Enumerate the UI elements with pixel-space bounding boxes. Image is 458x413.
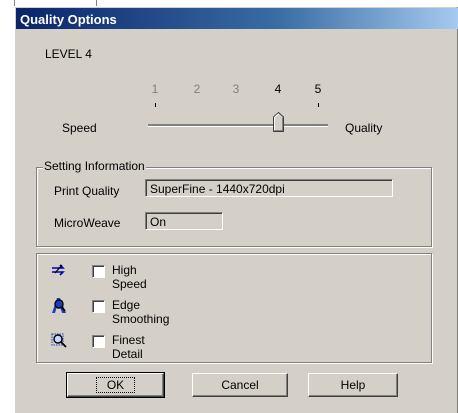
high-speed-icon	[52, 264, 65, 276]
tick-label-5: 5	[314, 82, 322, 96]
microweave-field: On	[145, 212, 223, 230]
setting-information-title: Setting Information	[43, 159, 146, 173]
finest-detail-icon	[51, 333, 67, 348]
high-speed-checkbox[interactable]	[92, 265, 105, 278]
edge-smoothing-icon	[52, 298, 66, 313]
edge-smoothing-label: Edge Smoothing	[112, 298, 170, 326]
high-speed-label: High Speed	[112, 263, 147, 291]
microweave-label: MicroWeave	[54, 216, 121, 230]
ok-button-label: OK	[95, 377, 136, 393]
tick-mark-min	[155, 103, 156, 107]
quality-slider-thumb[interactable]	[273, 112, 284, 132]
quality-label: Quality	[345, 121, 383, 135]
print-quality-field: SuperFine - 1440x720dpi	[145, 179, 393, 197]
tick-mark-max	[318, 103, 319, 107]
tick-label-2: 2	[193, 82, 201, 96]
print-quality-label: Print Quality	[54, 184, 120, 198]
speed-label: Speed	[62, 121, 97, 135]
edge-smoothing-checkbox[interactable]	[92, 300, 105, 313]
ok-button[interactable]: OK	[66, 372, 165, 398]
tick-label-1: 1	[151, 82, 159, 96]
finest-detail-checkbox[interactable]	[92, 335, 105, 348]
finest-detail-label: Finest Detail	[112, 333, 145, 361]
parent-window-left-edge	[0, 0, 15, 413]
tick-label-3: 3	[232, 82, 240, 96]
quality-slider-track[interactable]	[148, 124, 328, 127]
level-label: LEVEL 4	[45, 47, 92, 61]
tick-label-4: 4	[274, 82, 282, 96]
window-title: Quality Options	[20, 12, 117, 27]
help-button[interactable]: Help	[308, 373, 398, 397]
cancel-button[interactable]: Cancel	[192, 373, 288, 397]
